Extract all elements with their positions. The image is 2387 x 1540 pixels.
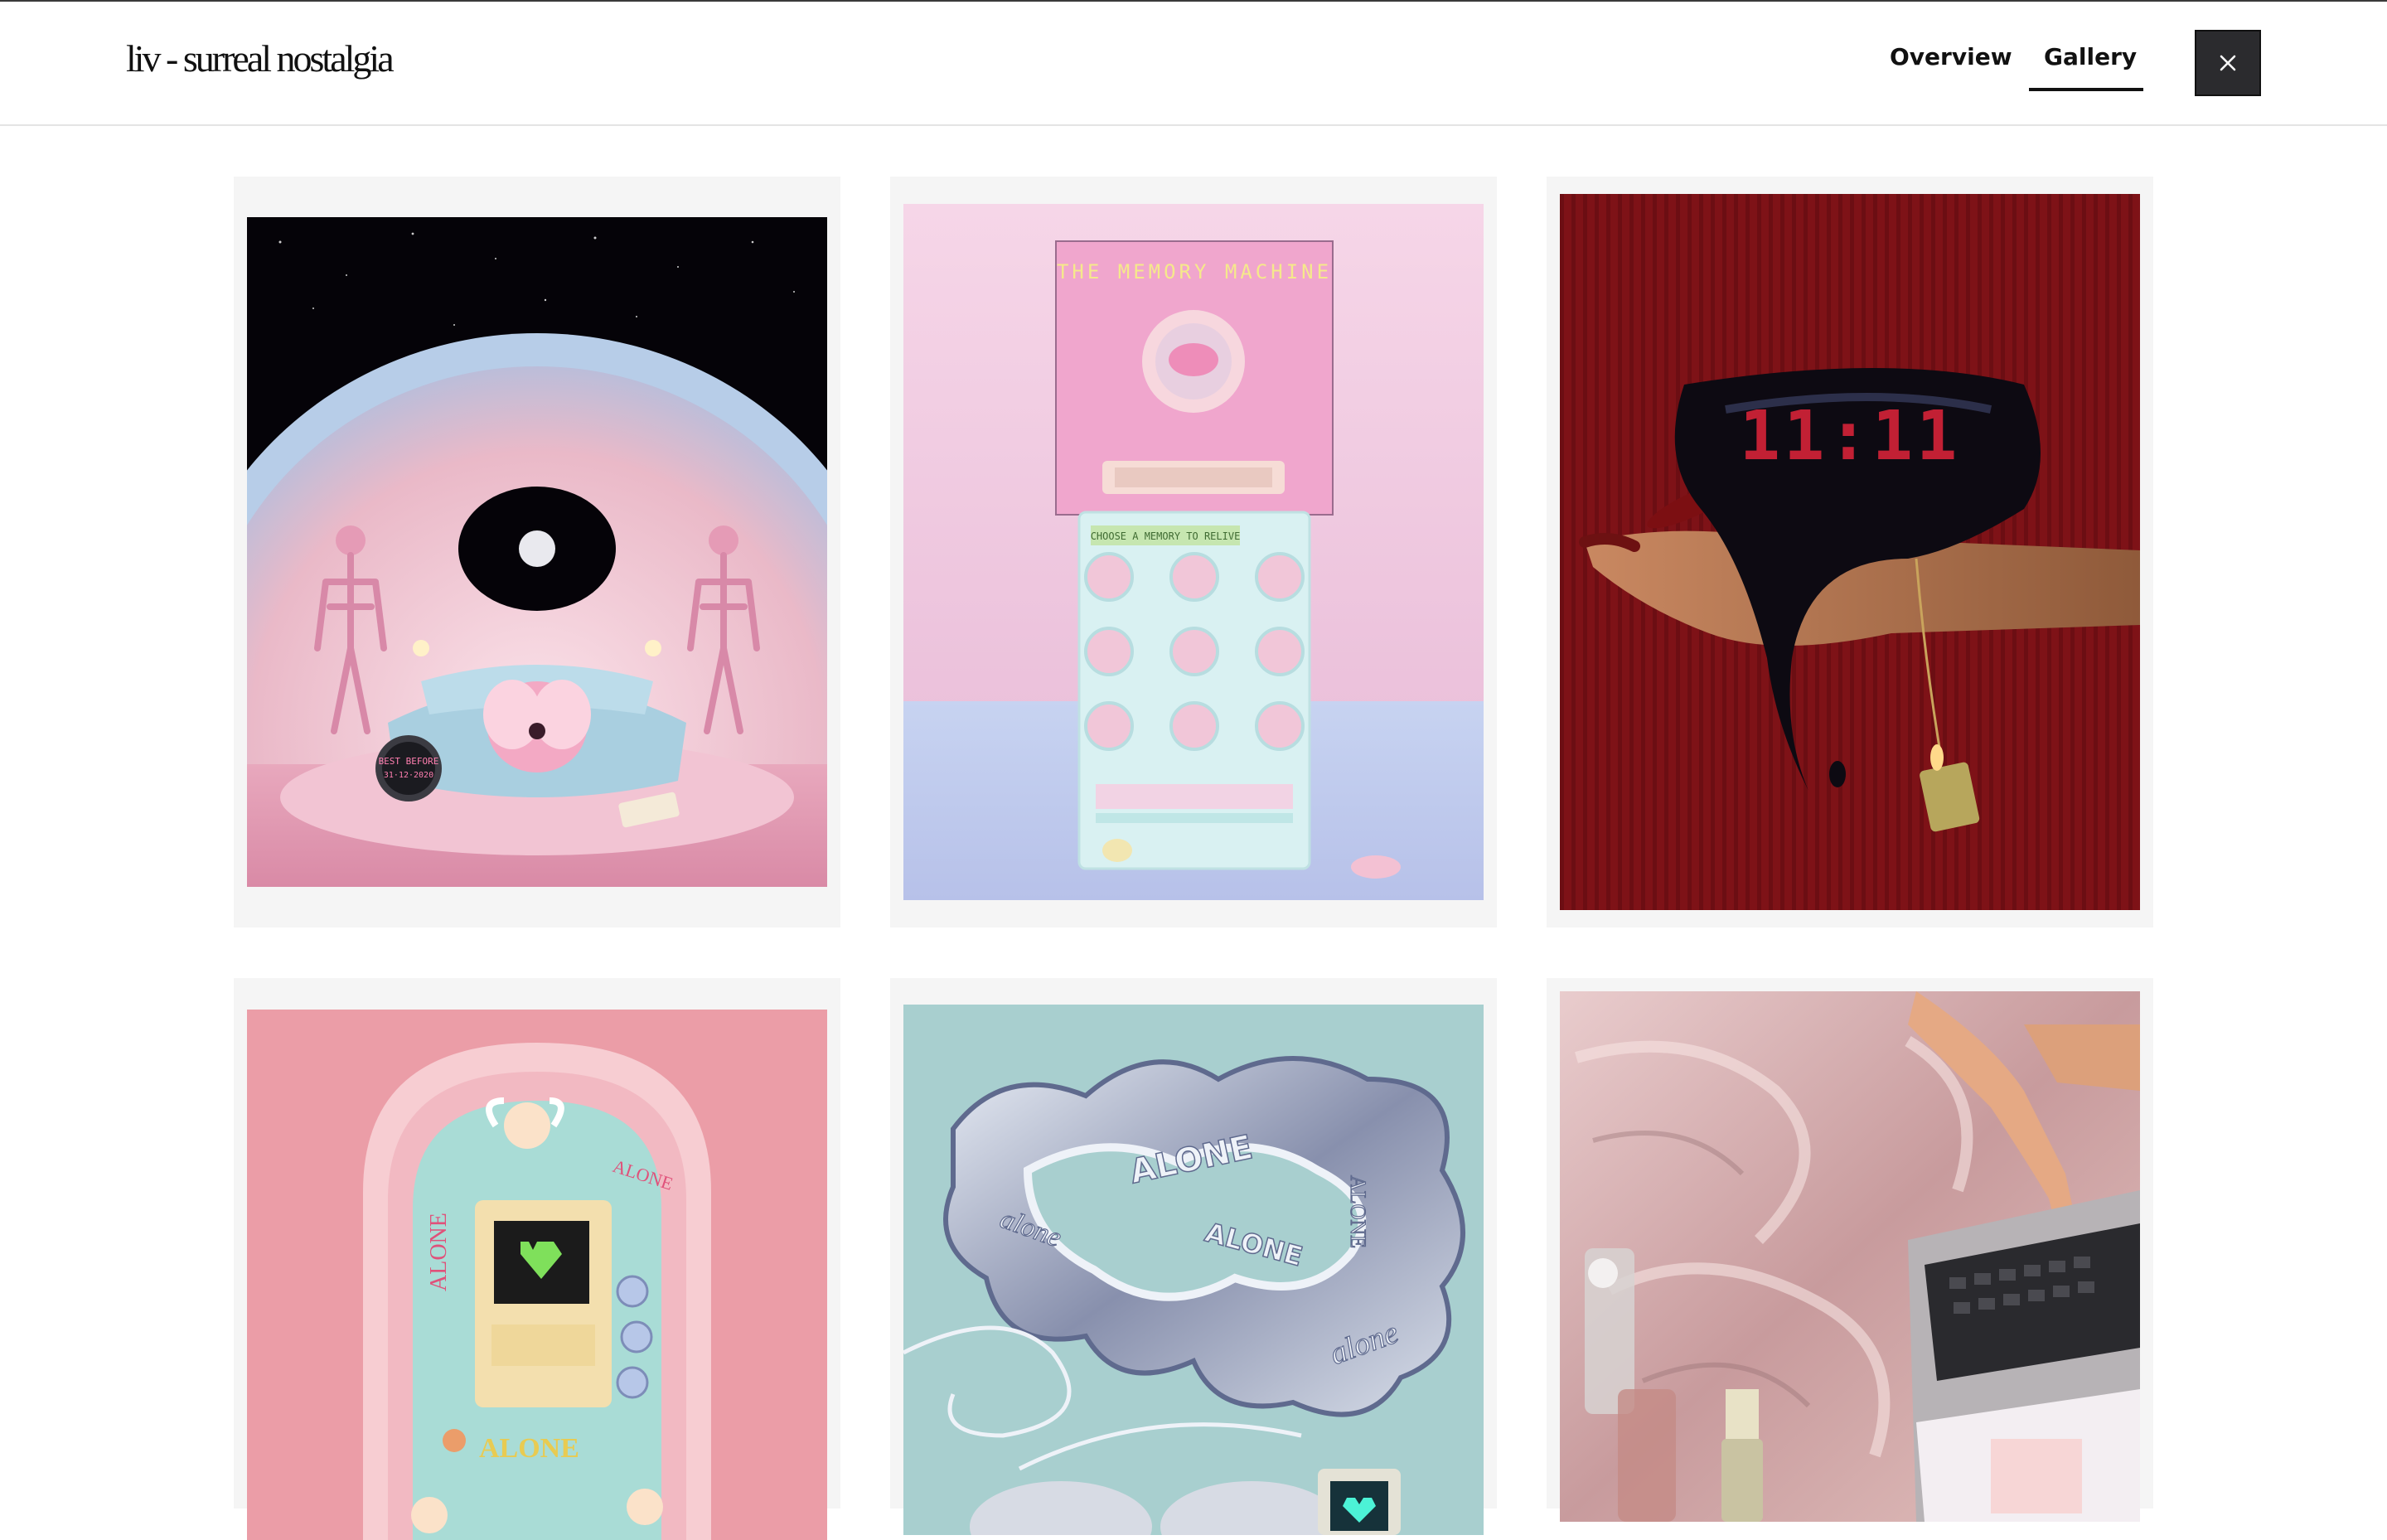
close-button[interactable]: [2195, 30, 2261, 96]
gallery-card[interactable]: BEST BEFORE 31·12·2020: [234, 177, 840, 927]
dome-bedroom-artwork[interactable]: BEST BEFORE 31·12·2020: [247, 217, 827, 887]
active-tab-indicator: [2029, 88, 2143, 91]
memory-machine-artwork[interactable]: THE MEMORY MACHINE CHOOSE A MEMORY TO RE…: [903, 204, 1484, 900]
best-before-label: BEST BEFORE: [379, 756, 439, 767]
gallery-card[interactable]: ALONE ALONE ALONE alone alone: [890, 978, 1497, 1535]
gallery-card[interactable]: 11:11: [1547, 177, 2153, 927]
tab-gallery[interactable]: Gallery: [2044, 43, 2137, 93]
site-title[interactable]: liv - surreal nostalgia: [126, 36, 395, 80]
gallery-card[interactable]: ALONE ALONE ALONE: [234, 978, 840, 1540]
alone-vertical-label: ALONE: [426, 1213, 452, 1291]
best-before-date: 31·12·2020: [384, 771, 433, 780]
close-icon: [2220, 55, 2236, 71]
memory-machine-prompt: CHOOSE A MEMORY TO RELIVE: [1091, 530, 1241, 542]
gallery-grid: BEST BEFORE 31·12·2020 THE MEMORY MACHIN…: [0, 124, 2387, 1540]
memory-machine-title: THE MEMORY MACHINE: [1057, 260, 1332, 283]
alone-chrome-vertical: ALONE: [1346, 1175, 1370, 1248]
page-header: liv - surreal nostalgia Overview Gallery: [0, 2, 2387, 126]
clock-digits: 11:11: [1740, 397, 1961, 476]
melting-clock-artwork[interactable]: 11:11: [1560, 194, 2140, 910]
tab-overview[interactable]: Overview: [1890, 43, 2012, 93]
alone-bottom-label: ALONE: [479, 1433, 579, 1464]
gallery-card[interactable]: [1547, 978, 2153, 1522]
gallery-card[interactable]: THE MEMORY MACHINE CHOOSE A MEMORY TO RE…: [890, 177, 1497, 927]
alone-chrome-artwork[interactable]: ALONE ALONE ALONE alone alone: [903, 1005, 1484, 1535]
laptop-water-artwork[interactable]: [1560, 991, 2140, 1522]
alone-arch-artwork[interactable]: ALONE ALONE ALONE: [247, 1010, 827, 1540]
